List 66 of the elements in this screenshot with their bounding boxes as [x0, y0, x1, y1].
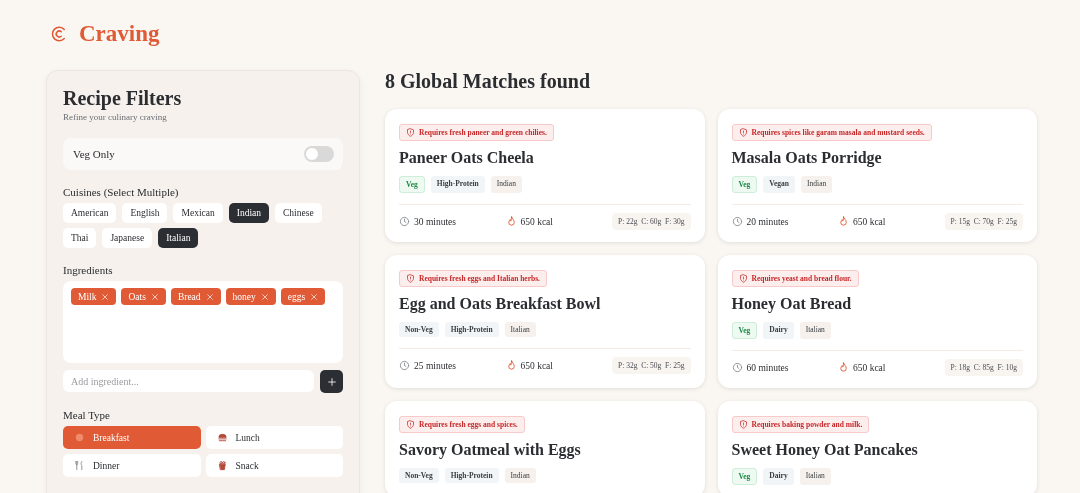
ingredient-tag[interactable]: Oats — [121, 288, 166, 305]
calorie-count: 650 kcal — [853, 362, 886, 373]
meal-type-button[interactable]: Breakfast — [63, 426, 201, 449]
shield-alert-icon — [406, 274, 415, 283]
close-icon — [205, 292, 214, 301]
cuisine-chip[interactable]: Thai — [63, 228, 97, 248]
recipe-title: Egg and Oats Breakfast Bowl — [399, 295, 602, 313]
recipe-title: Savory Oatmeal with Eggs — [399, 441, 582, 459]
add-button[interactable] — [320, 370, 343, 393]
section-label: Cuisines (Select Multiple) — [63, 186, 180, 198]
flame-icon — [838, 216, 849, 227]
shield-alert-icon — [406, 420, 415, 429]
flame-icon — [505, 216, 517, 227]
close-icon — [260, 292, 269, 301]
close-icon — [101, 292, 110, 301]
ingredient-input[interactable]: Add ingredient... — [63, 370, 314, 392]
shield-alert-icon — [738, 274, 748, 283]
panel-subtitle: Refine your culinary craving — [63, 112, 168, 122]
meal-type-button[interactable]: Snack — [205, 454, 343, 477]
flame-icon — [838, 362, 849, 373]
cuisine-chip[interactable]: Mexican — [173, 203, 223, 223]
meal-type-button[interactable]: Dinner — [63, 454, 201, 477]
results-heading: 8 Global Matches found — [385, 70, 592, 93]
shield-alert-icon — [406, 128, 415, 137]
ingredient-tag[interactable]: Milk — [71, 288, 117, 305]
clock-icon — [399, 216, 410, 227]
veg-only-toggle[interactable] — [304, 146, 334, 162]
recipe-title: Honey Oat Bread — [731, 295, 853, 313]
flame-icon — [505, 360, 517, 371]
panel-title: Recipe Filters — [63, 87, 183, 110]
veg-only-label: Veg Only — [73, 148, 115, 160]
section-label: Ingredients — [63, 264, 114, 276]
fork-knife-icon — [74, 460, 85, 471]
ingredient-tag[interactable]: honey — [225, 288, 276, 305]
burger-icon — [216, 432, 228, 443]
plus-icon — [326, 376, 337, 387]
circle-icon — [74, 432, 85, 443]
ingredient-tag[interactable]: eggs — [280, 288, 326, 305]
section-label: Meal Type — [63, 409, 111, 421]
calorie-count: 650 kcal — [520, 216, 553, 227]
popcorn-icon — [216, 460, 228, 471]
cuisine-chip[interactable]: Chinese — [275, 203, 322, 223]
cook-time: 30 minutes — [414, 216, 456, 227]
logo-icon — [50, 25, 68, 43]
clock-icon — [399, 360, 410, 371]
clock-icon — [731, 362, 743, 373]
cuisine-chip[interactable]: American — [63, 203, 117, 223]
close-icon — [310, 292, 319, 301]
ingredient-tag[interactable]: Bread — [170, 288, 221, 305]
recipe-title: Paneer Oats Cheela — [399, 149, 535, 167]
clock-icon — [731, 216, 743, 227]
cuisine-chip[interactable]: English — [122, 203, 168, 223]
calorie-count: 650 kcal — [853, 216, 886, 227]
cuisine-chip[interactable]: Indian — [228, 203, 269, 223]
cook-time: 60 minutes — [746, 362, 789, 373]
recipe-title: Sweet Honey Oat Pancakes — [731, 441, 919, 459]
cook-time: 25 minutes — [414, 360, 456, 371]
cuisine-chip[interactable]: Japanese — [102, 228, 153, 248]
shield-alert-icon — [738, 128, 748, 137]
cook-time: 20 minutes — [746, 216, 789, 227]
meal-type-button[interactable]: Lunch — [205, 426, 343, 449]
cuisine-chip[interactable]: Italian — [158, 228, 199, 248]
recipe-title: Masala Oats Porridge — [731, 149, 883, 167]
close-icon — [150, 292, 159, 301]
calorie-count: 650 kcal — [520, 360, 553, 371]
shield-alert-icon — [738, 420, 748, 429]
